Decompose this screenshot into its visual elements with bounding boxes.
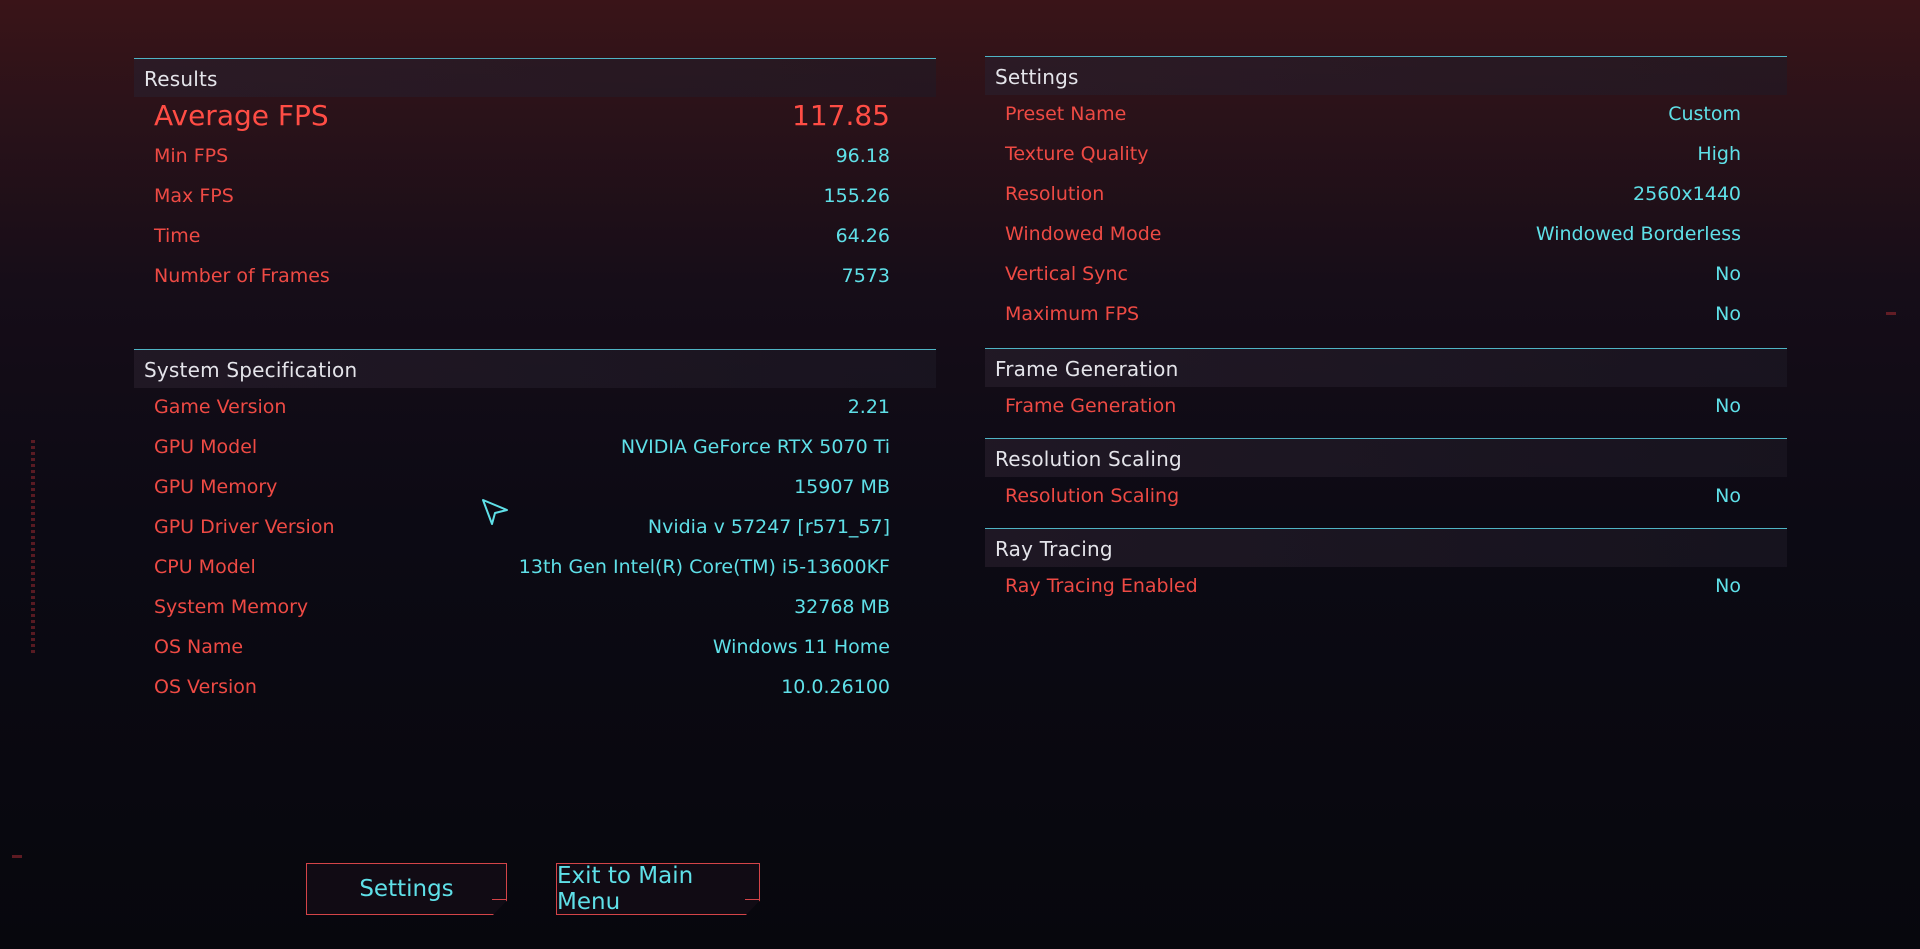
system-spec-header: System Specification <box>134 349 936 388</box>
settings-row: Resolution 2560x1440 <box>985 175 1787 215</box>
ray-tracing-title: Ray Tracing <box>995 537 1113 561</box>
system-row: OS Name Windows 11 Home <box>134 628 936 668</box>
settings-header: Settings <box>985 56 1787 95</box>
system-row: GPU Model NVIDIA GeForce RTX 5070 Ti <box>134 428 936 468</box>
average-fps-row: Average FPS 117.85 <box>134 95 936 137</box>
results-row-value: 64.26 <box>835 225 890 247</box>
settings-row-value: Custom <box>1668 103 1741 125</box>
system-row-value: 2.21 <box>847 396 890 418</box>
system-row-value: 13th Gen Intel(R) Core(TM) i5-13600KF <box>518 556 890 578</box>
mouse-cursor-icon <box>482 499 508 525</box>
average-fps-label: Average FPS <box>154 99 329 132</box>
ray-tracing-label: Ray Tracing Enabled <box>1005 575 1198 597</box>
results-row: Max FPS 155.26 <box>134 177 936 217</box>
results-row-label: Max FPS <box>154 185 234 207</box>
system-row: GPU Memory 15907 MB <box>134 468 936 508</box>
frame-generation-header: Frame Generation <box>985 348 1787 387</box>
decorative-dot <box>12 855 22 858</box>
ray-tracing-value: No <box>1715 575 1741 597</box>
results-row: Number of Frames 7573 <box>134 257 936 297</box>
settings-panel: Settings Preset Name Custom Texture Qual… <box>985 56 1787 335</box>
settings-row: Maximum FPS No <box>985 295 1787 335</box>
resolution-scaling-row: Resolution Scaling No <box>985 477 1787 517</box>
results-row-value: 96.18 <box>835 145 890 167</box>
settings-button-label: Settings <box>359 876 454 902</box>
settings-row-label: Preset Name <box>1005 103 1127 125</box>
system-row-value: 32768 MB <box>794 596 890 618</box>
resolution-scaling-header: Resolution Scaling <box>985 438 1787 477</box>
settings-row: Texture Quality High <box>985 135 1787 175</box>
results-row-value: 155.26 <box>823 185 890 207</box>
system-row: System Memory 32768 MB <box>134 588 936 628</box>
results-row: Min FPS 96.18 <box>134 137 936 177</box>
settings-row: Vertical Sync No <box>985 255 1787 295</box>
settings-row-value: High <box>1697 143 1741 165</box>
results-row-label: Min FPS <box>154 145 229 167</box>
frame-generation-title: Frame Generation <box>995 357 1179 381</box>
results-title: Results <box>144 67 218 91</box>
results-row-value: 7573 <box>841 265 890 287</box>
resolution-scaling-label: Resolution Scaling <box>1005 485 1180 507</box>
system-row: Game Version 2.21 <box>134 388 936 428</box>
system-row: CPU Model 13th Gen Intel(R) Core(TM) i5-… <box>134 548 936 588</box>
system-row-value: 10.0.26100 <box>781 676 890 698</box>
system-row: GPU Driver Version Nvidia v 57247 [r571_… <box>134 508 936 548</box>
system-row-value: NVIDIA GeForce RTX 5070 Ti <box>620 436 890 458</box>
system-row-label: OS Name <box>154 636 244 658</box>
frame-generation-panel: Frame Generation Frame Generation No <box>985 348 1787 427</box>
frame-generation-row: Frame Generation No <box>985 387 1787 427</box>
system-row-label: CPU Model <box>154 556 256 578</box>
system-row-label: System Memory <box>154 596 309 618</box>
settings-row-value: No <box>1715 303 1741 325</box>
ray-tracing-header: Ray Tracing <box>985 528 1787 567</box>
results-panel: Results Average FPS 117.85 Min FPS 96.18… <box>134 58 936 297</box>
system-row-label: GPU Model <box>154 436 258 458</box>
system-row-label: Game Version <box>154 396 287 418</box>
frame-generation-value: No <box>1715 395 1741 417</box>
system-row-label: GPU Driver Version <box>154 516 335 538</box>
resolution-scaling-panel: Resolution Scaling Resolution Scaling No <box>985 438 1787 517</box>
system-row-value: Nvidia v 57247 [r571_57] <box>647 516 890 538</box>
system-row-label: OS Version <box>154 676 257 698</box>
average-fps-value: 117.85 <box>792 99 890 132</box>
settings-row: Windowed Mode Windowed Borderless <box>985 215 1787 255</box>
results-row-label: Number of Frames <box>154 265 330 287</box>
settings-row-label: Maximum FPS <box>1005 303 1140 325</box>
settings-row-label: Texture Quality <box>1005 143 1149 165</box>
system-row-label: GPU Memory <box>154 476 278 498</box>
system-row: OS Version 10.0.26100 <box>134 668 936 708</box>
settings-row-value: 2560x1440 <box>1633 183 1741 205</box>
system-row-value: 15907 MB <box>794 476 890 498</box>
settings-row: Preset Name Custom <box>985 95 1787 135</box>
settings-row-value: Windowed Borderless <box>1535 223 1741 245</box>
ray-tracing-row: Ray Tracing Enabled No <box>985 567 1787 607</box>
system-spec-title: System Specification <box>144 358 358 382</box>
settings-row-label: Windowed Mode <box>1005 223 1162 245</box>
settings-row-label: Resolution <box>1005 183 1105 205</box>
results-row: Time 64.26 <box>134 217 936 257</box>
system-row-value: Windows 11 Home <box>712 636 890 658</box>
exit-to-main-menu-button[interactable]: Exit to Main Menu <box>556 863 760 915</box>
results-row-label: Time <box>154 225 201 247</box>
resolution-scaling-value: No <box>1715 485 1741 507</box>
exit-button-label: Exit to Main Menu <box>557 863 694 915</box>
results-header: Results <box>134 58 936 97</box>
settings-title: Settings <box>995 65 1079 89</box>
resolution-scaling-title: Resolution Scaling <box>995 447 1182 471</box>
decorative-dot <box>1886 312 1896 315</box>
system-spec-panel: System Specification Game Version 2.21 G… <box>134 349 936 708</box>
ray-tracing-panel: Ray Tracing Ray Tracing Enabled No <box>985 528 1787 607</box>
decorative-side-strip <box>31 440 35 655</box>
settings-row-value: No <box>1715 263 1741 285</box>
settings-row-label: Vertical Sync <box>1005 263 1128 285</box>
settings-button[interactable]: Settings <box>306 863 507 915</box>
frame-generation-label: Frame Generation <box>1005 395 1177 417</box>
